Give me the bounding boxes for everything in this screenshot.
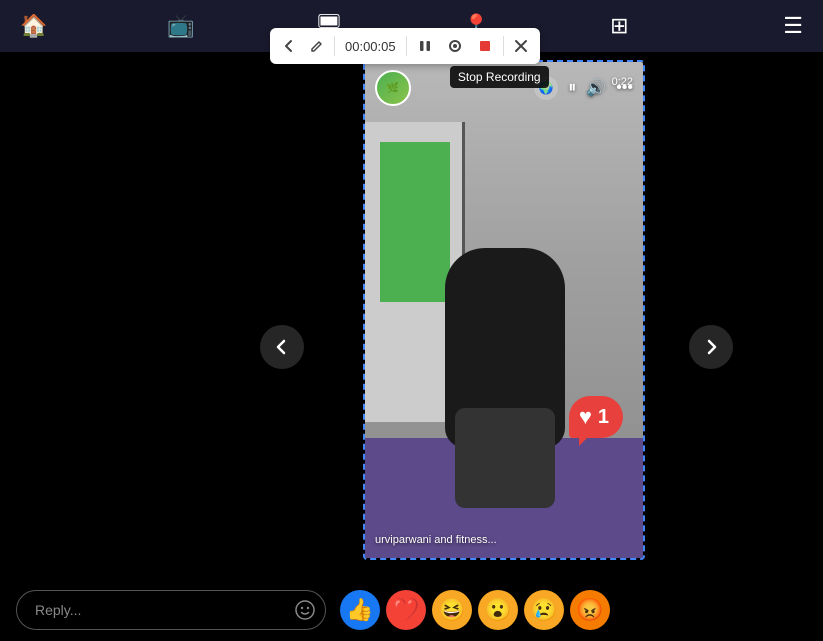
toolbar-pause-button[interactable] — [413, 34, 437, 58]
menu-icon[interactable]: ☰ — [783, 13, 803, 39]
toolbar-divider-1 — [334, 36, 335, 56]
pause-icon[interactable]: ⏸ — [568, 79, 576, 97]
reaction-love-button[interactable]: ❤️ — [386, 590, 426, 630]
main-content: 🌿 🌍 ⏸ 🔊 ••• 0:22 ♥ 1 urviparwani and fit… — [0, 52, 823, 641]
earth-icon: 🌍 — [534, 76, 558, 100]
recording-timer: 00:00:05 — [341, 39, 400, 54]
tv-icon[interactable]: 📺 — [167, 13, 194, 39]
toolbar-divider-3 — [503, 36, 504, 56]
love-count: 1 — [598, 406, 609, 429]
green-screen — [380, 142, 450, 302]
person-bottom-silhouette — [455, 408, 555, 508]
toolbar-back-button[interactable] — [278, 35, 300, 57]
reaction-wow-button[interactable]: 😮 — [478, 590, 518, 630]
bottom-bar: 👍 ❤️ 😆 😮 😢 😡 — [0, 579, 823, 641]
avatar-image: 🌿 — [377, 72, 409, 104]
reaction-angry-button[interactable]: 😡 — [570, 590, 610, 630]
video-background — [365, 62, 643, 558]
reaction-sad-button[interactable]: 😢 — [524, 590, 564, 630]
reply-input[interactable] — [16, 590, 326, 630]
left-nav-arrow[interactable] — [260, 325, 304, 369]
toolbar-circle-button[interactable] — [443, 34, 467, 58]
avatar[interactable]: 🌿 — [375, 70, 411, 106]
love-heart-icon: ♥ — [579, 404, 592, 430]
reaction-like-button[interactable]: 👍 — [340, 590, 380, 630]
reaction-haha-button[interactable]: 😆 — [432, 590, 472, 630]
window-icon[interactable]: ⊞ — [610, 13, 628, 39]
video-controls-right: 🌍 ⏸ 🔊 ••• — [534, 76, 633, 100]
love-badge-tail — [579, 436, 589, 446]
toolbar-close-button[interactable] — [510, 35, 532, 57]
video-caption: urviparwani and fitness... — [375, 534, 497, 546]
video-header: 🌿 🌍 ⏸ 🔊 ••• — [365, 62, 643, 114]
toolbar-stop-button[interactable]: Stop Recording — [473, 34, 497, 58]
more-options-icon[interactable]: ••• — [616, 79, 633, 97]
home-icon[interactable]: 🏠 — [20, 13, 47, 39]
volume-icon[interactable]: 🔊 — [586, 78, 606, 98]
reply-input-container — [16, 590, 326, 630]
video-card-inner: 🌿 🌍 ⏸ 🔊 ••• 0:22 ♥ 1 urviparwani and fit… — [365, 62, 643, 558]
reactions-row: 👍 ❤️ 😆 😮 😢 😡 — [340, 590, 610, 630]
toolbar-divider-2 — [406, 36, 407, 56]
emoji-picker-button[interactable] — [294, 599, 316, 621]
video-card: 🌿 🌍 ⏸ 🔊 ••• 0:22 ♥ 1 urviparwani and fit… — [363, 60, 645, 560]
recording-toolbar: 00:00:05 Stop Recording — [270, 28, 540, 64]
toolbar-pencil-button[interactable] — [306, 35, 328, 57]
love-reaction-badge[interactable]: ♥ 1 — [569, 396, 623, 438]
right-nav-arrow[interactable] — [689, 325, 733, 369]
